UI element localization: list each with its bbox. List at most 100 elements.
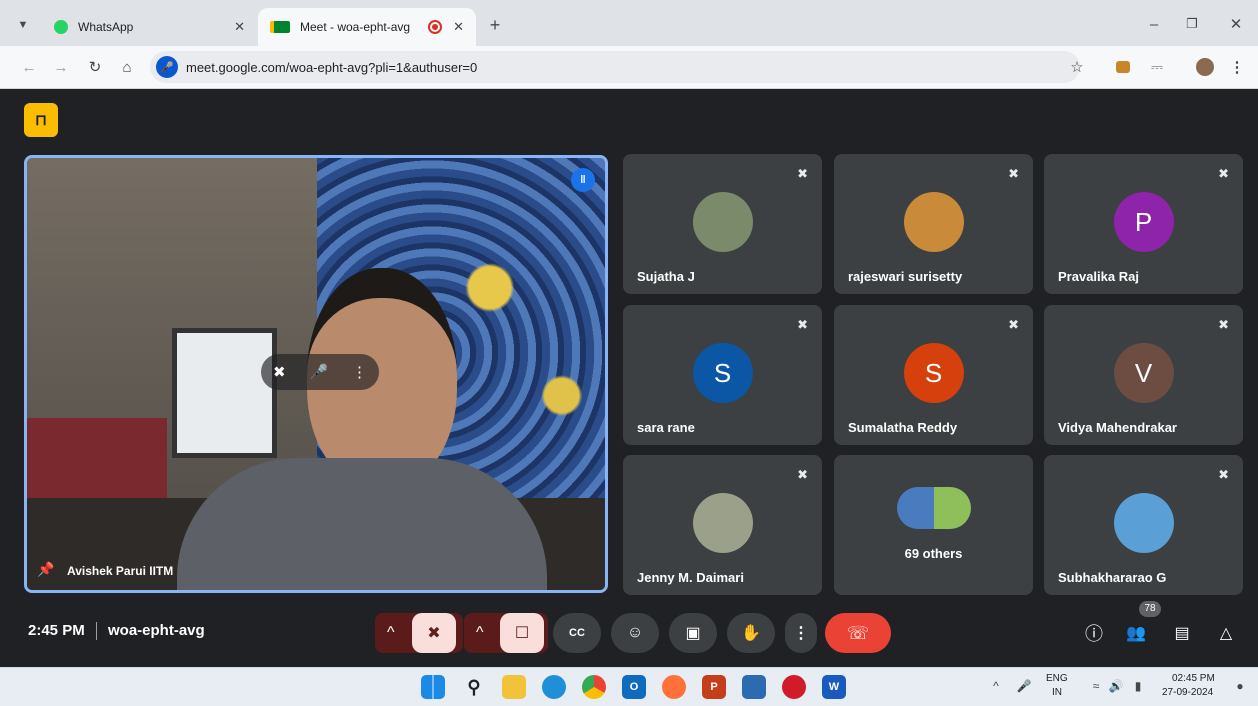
reactions-button[interactable]: ☺ [611, 613, 659, 653]
participant-photo-avatar [1113, 493, 1174, 553]
pinned-icon: 📌 [37, 561, 55, 577]
participant-tile[interactable]: S Sumalatha Reddy ✖ [834, 305, 1033, 445]
menu-kebab-icon[interactable]: ⋮ [1228, 57, 1246, 77]
extension-icon[interactable] [1116, 61, 1130, 73]
close-icon[interactable]: ✕ [453, 19, 464, 35]
mic-muted-icon: ✖ [1218, 317, 1229, 332]
url-text: meet.google.com/woa-epht-avg?pli=1&authu… [186, 59, 478, 75]
meeting-time: 2:45 PM [28, 622, 85, 639]
mic-muted-icon: ✖ [1218, 166, 1229, 181]
participant-tile[interactable]: Ssara rane ✖ [623, 305, 822, 445]
battery-icon[interactable]: ▮ [1130, 678, 1146, 694]
mic-muted-icon: ✖ [797, 317, 808, 332]
participant-tile[interactable]: 69 others [834, 455, 1033, 595]
meeting-details-icon[interactable]: ⓘ [1082, 621, 1106, 645]
extensions-puzzle-icon[interactable]: ⎓ [1146, 57, 1168, 77]
chrome-icon[interactable] [582, 675, 606, 699]
tab-whatsapp[interactable]: WhatsApp ✕ [42, 8, 257, 46]
language-top[interactable]: ENG [1046, 673, 1068, 684]
meeting-info-badge[interactable]: ⊓ [24, 103, 58, 137]
participant-name: sara rane [637, 420, 695, 435]
url-bar[interactable]: 🎤 meet.google.com/woa-epht-avg?pli=1&aut… [150, 51, 1080, 83]
tile-hover-controls: ✖ 🎤 ⋮ [261, 354, 379, 390]
participant-photo-avatar [692, 493, 753, 553]
camera-off-button[interactable]: ☐ [500, 613, 544, 653]
wifi-icon[interactable]: ≈ [1088, 678, 1104, 694]
participant-tile[interactable]: V Vidya Mahendrakar ✖ [1044, 305, 1243, 445]
bookmark-star-icon[interactable]: ☆ [1066, 57, 1088, 77]
windows-start-icon[interactable] [421, 675, 445, 699]
file-explorer-icon[interactable] [502, 675, 526, 699]
whatsapp-icon [54, 20, 68, 34]
mic-muted-icon: ✖ [1008, 317, 1019, 332]
new-tab-button[interactable]: + [484, 14, 506, 36]
back-icon[interactable]: ← [18, 57, 40, 77]
tray-overflow-icon[interactable]: ^ [988, 678, 1004, 694]
main-speaker-tile[interactable]: ✖ 🎤 ⋮ ‖ 📌 Avishek Parui IITM [24, 155, 608, 593]
close-window-button[interactable]: ✕ [1224, 12, 1248, 36]
photos-icon[interactable] [742, 675, 766, 699]
word-icon[interactable]: W [822, 675, 846, 699]
bookshelf [27, 418, 167, 498]
meet-stage: ⊓ ✖ 🎤 ⋮ ‖ 📌 Avishek Parui IITM Sujatha J… [0, 89, 1258, 667]
participant-name: Sumalatha Reddy [848, 420, 958, 435]
clock-time[interactable]: 02:45 PM [1172, 673, 1215, 684]
people-icon[interactable]: 👥 [1124, 621, 1148, 645]
raise-hand-button[interactable]: ✋ [727, 613, 775, 653]
present-screen-button[interactable]: ▣ [669, 613, 717, 653]
outlook-icon[interactable]: O [622, 675, 646, 699]
participant-photo-avatar [903, 192, 964, 252]
tab-search-icon[interactable]: ▼ [12, 14, 34, 36]
participant-tile[interactable]: Subhakhararao G ✖ [1044, 455, 1243, 595]
participant-tile[interactable]: P Pravalika Raj ✖ [1044, 154, 1243, 294]
speaker-figure [177, 268, 547, 590]
mic-muted-icon: ✖ [1218, 467, 1229, 482]
participant-name: rajeswari surisetty [848, 269, 963, 284]
activities-icon[interactable]: △ [1214, 621, 1238, 645]
participant-tile[interactable]: Sujatha J ✖ [623, 154, 822, 294]
edge-icon[interactable] [542, 675, 566, 699]
restore-button[interactable]: ❐ [1180, 12, 1204, 36]
participant-name: 69 others [904, 546, 963, 561]
language-bottom[interactable]: IN [1052, 687, 1062, 698]
mic-muted-icon: ✖ [797, 467, 808, 482]
notification-icon[interactable]: ● [1232, 678, 1248, 694]
leave-call-button[interactable]: ☏ [825, 613, 891, 653]
tab-title: WhatsApp [78, 20, 134, 34]
clock-date[interactable]: 27-09-2024 [1162, 687, 1213, 698]
tray-mic-icon[interactable]: 🎤 [1016, 678, 1032, 694]
search-icon[interactable]: ⚲ [462, 675, 486, 699]
minimize-button[interactable]: – [1142, 12, 1166, 36]
app-icon[interactable] [782, 675, 806, 699]
volume-icon[interactable]: 🔊 [1108, 678, 1124, 694]
close-icon[interactable]: ✕ [234, 19, 245, 35]
participant-initial-avatar: V [1113, 343, 1174, 403]
participant-initial-avatar: S [903, 343, 964, 403]
mic-muted-icon: ✖ [1008, 166, 1019, 181]
meeting-separator [96, 622, 97, 640]
mic-site-icon[interactable]: 🎤 [156, 56, 178, 78]
reload-icon[interactable]: ↻ [84, 57, 106, 77]
firefox-icon[interactable] [662, 675, 686, 699]
chat-icon[interactable]: ▤ [1170, 621, 1194, 645]
profile-avatar[interactable] [1196, 58, 1214, 76]
tab-title: Meet - woa-epht-avg [300, 20, 411, 34]
participant-name: Subhakhararao G [1058, 570, 1167, 585]
participant-photo-avatar [896, 487, 971, 529]
pin-icon[interactable]: ✖ [273, 363, 286, 381]
speaking-indicator-icon: ‖ [571, 168, 595, 192]
participant-tile[interactable]: rajeswari surisetty ✖ [834, 154, 1033, 294]
mute-mic-icon[interactable]: 🎤 [309, 363, 328, 381]
participant-initial-avatar: S [692, 343, 753, 403]
participant-name: Pravalika Raj [1058, 269, 1139, 284]
meeting-code: woa-epht-avg [108, 622, 205, 639]
more-options-icon[interactable]: ⋮ [352, 363, 367, 381]
tab-meet[interactable]: Meet - woa-epht-avg ✕ [258, 8, 476, 46]
more-options-button[interactable]: ⋮ [785, 613, 817, 653]
captions-button[interactable]: CC [553, 613, 601, 653]
powerpoint-icon[interactable]: P [702, 675, 726, 699]
participant-tile[interactable]: Jenny M. Daimari ✖ [623, 455, 822, 595]
mic-muted-button[interactable]: ✖ [412, 613, 456, 653]
forward-icon[interactable]: → [50, 57, 72, 77]
home-icon[interactable]: ⌂ [116, 57, 138, 77]
